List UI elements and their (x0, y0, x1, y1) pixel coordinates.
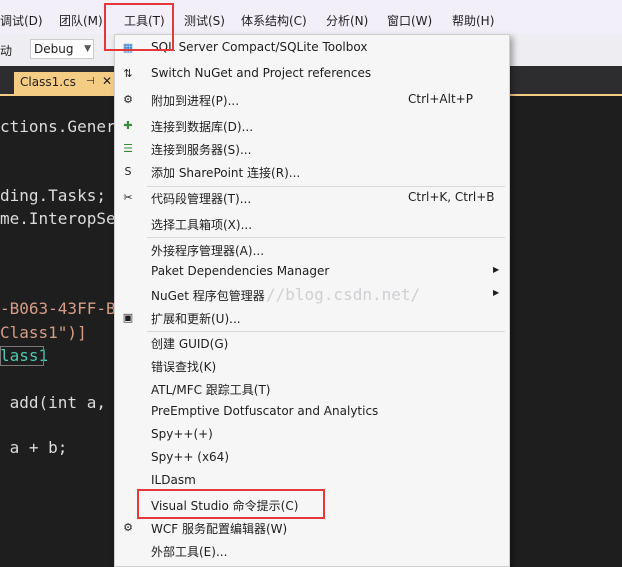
menu-item-label: ATL/MFC 跟踪工具(T) (151, 383, 271, 397)
attach-process-icon: ⚙ (123, 93, 133, 106)
code-line: ctions.Gener (0, 117, 116, 136)
code-line: -B063-43FF-B (0, 299, 116, 318)
menu-item-label: ILDasm (151, 473, 196, 487)
menu-item-label: Spy++ (x64) (151, 450, 229, 464)
menu-item-label: NuGet 程序包管理器 (151, 289, 265, 303)
connect-database-icon: ✚ (123, 119, 133, 132)
code-line: me.InteropSer (0, 209, 126, 228)
submenu-arrow-icon: ▶ (493, 288, 500, 297)
tab-class1[interactable]: Class1.cs ⊣ ✕ (14, 72, 116, 94)
menu-item-label: 扩展和更新(U)... (151, 312, 241, 326)
chevron-down-icon: ▼ (84, 44, 91, 54)
menu-item-switch-nuget[interactable]: ⇅ Switch NuGet and Project references (115, 63, 509, 86)
snippet-manager-icon: ✂ (123, 191, 133, 204)
menu-item-connect-database[interactable]: ✚ 连接到数据库(D)... (115, 115, 509, 138)
menu-analyze[interactable]: 分析(N) (326, 11, 368, 31)
menu-item-toolbox-items[interactable]: 选择工具箱项(X)... (115, 213, 509, 236)
menu-item-addin-manager[interactable]: 外接程序管理器(A)... (115, 239, 509, 262)
menu-item-spy-x64[interactable]: Spy++ (x64) (115, 447, 509, 470)
menu-item-extensions[interactable]: ▣ 扩展和更新(U)... (115, 307, 509, 330)
menu-item-dotfuscator[interactable]: PreEmptive Dotfuscator and Analytics (115, 401, 509, 424)
menu-item-label: Switch NuGet and Project references (151, 66, 372, 80)
configuration-value: Debug (34, 42, 74, 56)
menu-item-label: 外部工具(E)... (151, 545, 228, 559)
code-line: Class1")] (0, 323, 87, 342)
code-line: a + b; (0, 438, 68, 457)
close-icon[interactable]: ✕ (102, 74, 112, 88)
menu-item-connect-server[interactable]: ☰ 连接到服务器(S)... (115, 138, 509, 161)
submenu-arrow-icon: ▶ (493, 265, 500, 274)
menu-item-label: 连接到数据库(D)... (151, 120, 254, 134)
tab-label: Class1.cs (20, 75, 76, 89)
menu-item-label: SQL Server Compact/SQLite Toolbox (151, 40, 368, 54)
menu-item-external-tools[interactable]: 外部工具(E)... (115, 540, 509, 563)
nuget-switch-icon: ⇅ (123, 67, 133, 80)
menu-test[interactable]: 测试(S) (184, 11, 225, 31)
pin-icon[interactable]: ⊣ (86, 76, 95, 87)
menu-window[interactable]: 窗口(W) (387, 11, 432, 31)
menu-item-label: Spy++(+) (151, 427, 213, 441)
menu-debug[interactable]: 调试(D) (0, 11, 43, 31)
menu-item-sql-toolbox[interactable]: ▦ SQL Server Compact/SQLite Toolbox (115, 37, 509, 60)
menu-item-label: 外接程序管理器(A)... (151, 244, 265, 258)
tools-menu-highlight-box (104, 3, 174, 51)
menu-architecture[interactable]: 体系结构(C) (241, 11, 307, 31)
menu-item-label: 代码段管理器(T)... (151, 192, 252, 206)
menu-help[interactable]: 帮助(H) (452, 11, 494, 31)
toolbar-partial-label: 动 (0, 44, 13, 58)
extensions-icon: ▣ (122, 311, 134, 324)
configuration-dropdown[interactable]: Debug ▼ (30, 39, 94, 59)
menu-item-label: Paket Dependencies Manager (151, 264, 330, 278)
menu-item-shortcut: Ctrl+Alt+P (408, 92, 473, 106)
menu-item-label: 添加 SharePoint 连接(R)... (151, 166, 301, 180)
menu-separator (147, 237, 505, 238)
menu-item-label: 错误查找(K) (151, 360, 217, 374)
menu-item-label: 附加到进程(P)... (151, 94, 240, 108)
menu-item-label: 选择工具箱项(X)... (151, 218, 253, 232)
menu-item-label: PreEmptive Dotfuscator and Analytics (151, 404, 379, 418)
menu-item-shortcut: Ctrl+K, Ctrl+B (408, 190, 495, 204)
menu-item-paket[interactable]: Paket Dependencies Manager ▶ (115, 261, 509, 284)
menu-item-snippet-manager[interactable]: ✂ 代码段管理器(T)... Ctrl+K, Ctrl+B (115, 187, 509, 210)
menu-item-attach-process[interactable]: ⚙ 附加到进程(P)... Ctrl+Alt+P (115, 89, 509, 112)
vs-command-prompt-highlight-box (137, 489, 325, 519)
wcf-editor-icon: ⚙ (123, 521, 133, 534)
menu-item-atl-mfc-trace[interactable]: ATL/MFC 跟踪工具(T) (115, 378, 509, 401)
menu-item-label: 创建 GUID(G) (151, 337, 229, 351)
code-line: ding.Tasks; (0, 186, 106, 205)
menu-item-error-lookup[interactable]: 错误查找(K) (115, 355, 509, 378)
menu-item-label: WCF 服务配置编辑器(W) (151, 522, 288, 536)
code-line: add(int a, (0, 393, 106, 412)
menu-item-spy[interactable]: Spy++(+) (115, 424, 509, 447)
current-line-indicator (0, 346, 44, 366)
menu-team[interactable]: 团队(M) (59, 11, 103, 31)
sharepoint-icon: S (124, 165, 132, 178)
menu-bar: 调试(D) 团队(M) 工具(T) 测试(S) 体系结构(C) 分析(N) 窗口… (0, 0, 622, 34)
watermark: //blog.csdn.net/ (266, 285, 421, 304)
connect-server-icon: ☰ (123, 142, 133, 155)
menu-item-wcf-editor[interactable]: ⚙ WCF 服务配置编辑器(W) (115, 517, 509, 540)
menu-item-create-guid[interactable]: 创建 GUID(G) (115, 332, 509, 355)
menu-item-sharepoint[interactable]: S 添加 SharePoint 连接(R)... (115, 161, 509, 184)
menu-item-label: 连接到服务器(S)... (151, 143, 252, 157)
